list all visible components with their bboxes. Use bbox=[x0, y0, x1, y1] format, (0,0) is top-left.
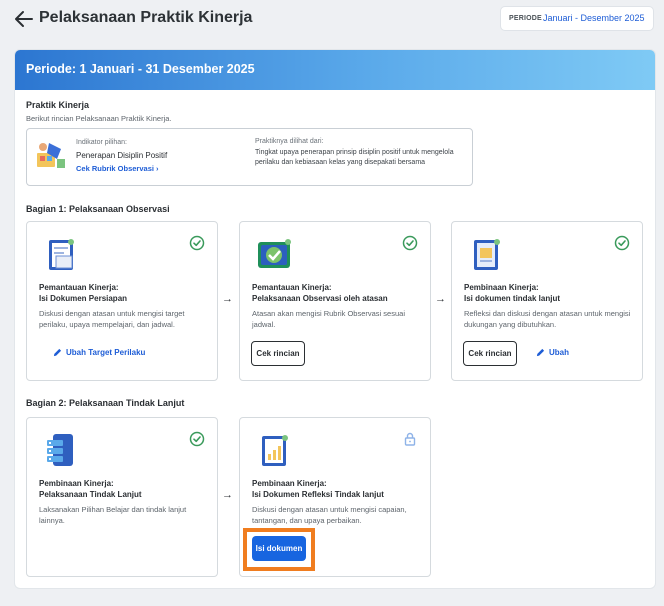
pencil-icon bbox=[536, 348, 545, 357]
arrow-right-icon: → bbox=[435, 293, 446, 305]
check-circle-icon bbox=[402, 235, 418, 251]
tile-pelaksanaan-tindak-lanjut: Pembinaan Kinerja: Pelaksanaan Tindak La… bbox=[26, 417, 218, 577]
part2-title: Bagian 2: Pelaksanaan Tindak Lanjut bbox=[26, 398, 185, 408]
top-bar: Pelaksanaan Praktik Kinerja PERIODE Janu… bbox=[0, 0, 664, 40]
tile-description: Refleksi dan diskusi dengan atasan untuk… bbox=[464, 309, 631, 329]
lock-icon bbox=[404, 432, 416, 446]
tile-heading: Pemantauan Kinerja: bbox=[252, 283, 332, 292]
cek-rincian-button[interactable]: Cek rincian bbox=[251, 341, 305, 366]
indicator-caption: Indikator pilihan: bbox=[76, 139, 127, 146]
main-card: Periode: 1 Januari - 31 Desember 2025 Pr… bbox=[15, 50, 655, 588]
period-selector[interactable]: PERIODE Januari - Desember 2025 bbox=[500, 6, 654, 31]
period-label: PERIODE bbox=[509, 15, 542, 22]
arrow-left-icon[interactable] bbox=[14, 10, 34, 28]
tile-description: Diskusi dengan atasan untuk mengisi targ… bbox=[39, 309, 185, 329]
check-circle-icon bbox=[189, 235, 205, 251]
tile-subheading: Isi Dokumen Persiapan bbox=[39, 294, 128, 303]
arrow-right-icon: → bbox=[222, 489, 233, 501]
tile-description: Diskusi dengan atasan untuk mengisi capa… bbox=[252, 505, 407, 525]
praktik-title: Praktik Kinerja bbox=[26, 100, 90, 110]
tile-description: Atasan akan mengisi Rubrik Observasi ses… bbox=[252, 309, 405, 329]
part1-title: Bagian 1: Pelaksanaan Observasi bbox=[26, 204, 170, 214]
period-banner: Periode: 1 Januari - 31 Desember 2025 bbox=[15, 50, 655, 90]
cek-rincian-button[interactable]: Cek rincian bbox=[463, 341, 517, 366]
ubah-target-perilaku-link[interactable]: Ubah Target Perilaku bbox=[53, 348, 145, 357]
observation-badge-icon bbox=[258, 239, 291, 268]
isi-dokumen-button[interactable]: Isi dokumen bbox=[252, 536, 306, 561]
ubah-link[interactable]: Ubah bbox=[536, 348, 569, 357]
tile-description: Laksanakan Pilihan Belajar dan tindak la… bbox=[39, 505, 187, 525]
pencil-icon bbox=[53, 348, 62, 357]
tile-heading: Pembinaan Kinerja: bbox=[464, 283, 539, 292]
link-label: Ubah Target Perilaku bbox=[66, 348, 146, 357]
seen-caption: Praktiknya dilihat dari: bbox=[255, 138, 324, 145]
tile-heading: Pemantauan Kinerja: bbox=[39, 283, 119, 292]
arrow-right-icon: → bbox=[222, 293, 233, 305]
discipline-illustration-icon bbox=[37, 143, 65, 168]
praktik-subtitle: Berikut rincian Pelaksanaan Praktik Kine… bbox=[26, 114, 172, 123]
check-circle-icon bbox=[614, 235, 630, 251]
banner-title: Periode: 1 Januari - 31 Desember 2025 bbox=[26, 62, 255, 76]
page-title: Pelaksanaan Praktik Kinerja bbox=[39, 9, 253, 26]
period-value: Januari - Desember 2025 bbox=[543, 13, 645, 23]
tasks-phone-icon bbox=[47, 434, 73, 466]
check-circle-icon bbox=[189, 431, 205, 447]
seen-description: Tingkat upaya penerapan prinsip disiplin… bbox=[255, 149, 454, 166]
link-label: Ubah bbox=[549, 348, 569, 357]
tile-tindak-lanjut: Pembinaan Kinerja: Isi dokumen tindak la… bbox=[451, 221, 643, 381]
chevron-right-icon: › bbox=[156, 164, 159, 173]
tile-heading: Pembinaan Kinerja: bbox=[252, 479, 327, 488]
tile-subheading: Isi dokumen tindak lanjut bbox=[464, 294, 561, 303]
document-checklist-icon bbox=[49, 239, 74, 270]
tile-dokumen-persiapan: Pemantauan Kinerja: Isi Dokumen Persiapa… bbox=[26, 221, 218, 381]
tile-subheading: Pelaksanaan Observasi oleh atasan bbox=[252, 294, 388, 303]
tile-observasi-atasan: Pemantauan Kinerja: Pelaksanaan Observas… bbox=[239, 221, 431, 381]
document-edit-icon bbox=[474, 239, 500, 270]
tile-subheading: Pelaksanaan Tindak Lanjut bbox=[39, 490, 142, 499]
indicator-box: Indikator pilihan: Penerapan Disiplin Po… bbox=[26, 128, 473, 186]
tile-heading: Pembinaan Kinerja: bbox=[39, 479, 114, 488]
report-chart-icon bbox=[262, 435, 288, 466]
indicator-name: Penerapan Disiplin Positif bbox=[76, 151, 168, 160]
rubric-link-label: Cek Rubrik Observasi bbox=[76, 164, 154, 173]
tile-subheading: Isi Dokumen Refleksi Tindak lanjut bbox=[252, 490, 384, 499]
rubric-link[interactable]: Cek Rubrik Observasi › bbox=[76, 164, 159, 173]
